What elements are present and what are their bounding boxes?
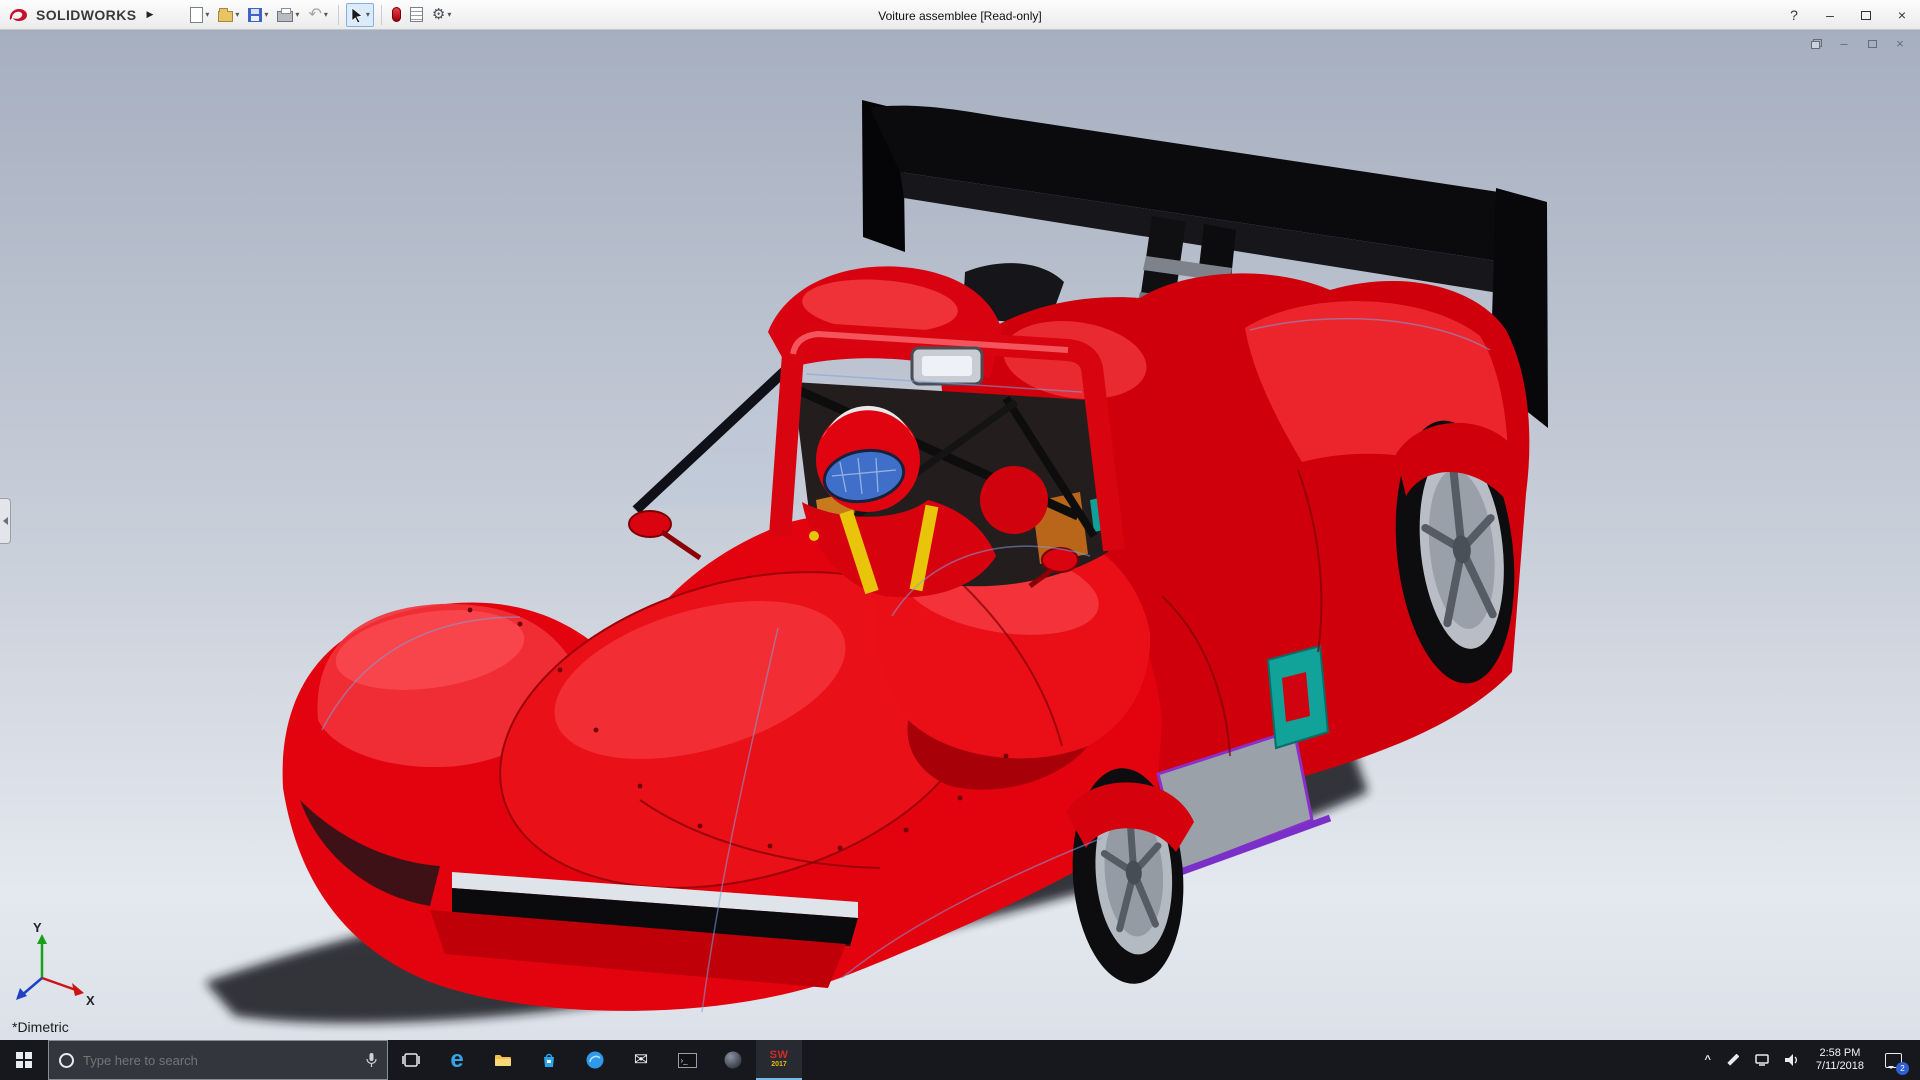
solidworks-logo: SOLIDWORKS <box>0 6 136 24</box>
quick-access-toolbar: ▾ ▾ ▾ ▾ ↶ ▾ ▾ <box>187 3 454 27</box>
undo-arrow-icon: ↶ <box>308 7 321 23</box>
new-document-caret[interactable]: ▾ <box>205 10 209 19</box>
maximize-icon <box>1861 11 1871 20</box>
view-orientation-label: *Dimetric <box>12 1019 69 1035</box>
network-icon <box>1755 1054 1769 1066</box>
pen-tray-button[interactable] <box>1719 1040 1747 1080</box>
clock-date: 7/11/2018 <box>1816 1060 1864 1073</box>
doc-minimize-button[interactable]: – <box>1838 36 1850 51</box>
taskbar-clock[interactable]: 2:58 PM 7/11/2018 <box>1807 1047 1873 1073</box>
close-button[interactable]: × <box>1884 0 1920 30</box>
file-explorer-icon <box>494 1053 512 1067</box>
action-center-button[interactable]: 2 <box>1873 1040 1914 1080</box>
command-prompt-icon: ›_ <box>678 1053 697 1068</box>
edge-button[interactable]: e <box>434 1040 480 1080</box>
maximize-button[interactable] <box>1848 0 1884 30</box>
maximize-icon <box>1868 40 1877 48</box>
app-name: SOLIDWORKS <box>36 7 136 23</box>
document-window-controls: – × <box>1810 36 1906 51</box>
save-floppy-icon <box>248 8 262 22</box>
mail-icon: ✉ <box>634 1050 648 1070</box>
options-caret[interactable]: ▾ <box>447 10 451 19</box>
minimize-button[interactable]: – <box>1812 0 1848 30</box>
cortana-icon <box>59 1053 74 1068</box>
system-tray: ^ 2:58 PM 7/11/2018 <box>1696 1040 1920 1080</box>
axis-x-label: X <box>86 993 95 1008</box>
store-icon <box>541 1052 557 1068</box>
gear-icon: ⚙ <box>432 7 445 22</box>
select-caret[interactable]: ▾ <box>366 10 370 19</box>
restore-icon <box>1811 39 1822 49</box>
pen-icon <box>1727 1054 1739 1066</box>
printer-icon <box>277 11 293 22</box>
network-tray-button[interactable] <box>1747 1040 1777 1080</box>
options-button[interactable]: ⚙ ▾ <box>429 3 454 27</box>
blue-circle-app-icon <box>586 1051 604 1069</box>
windows-taskbar: e ✉ ›_ <box>0 1040 1920 1080</box>
3d-scene[interactable]: Y X *Dimetric <box>0 30 1920 1040</box>
sheet-button[interactable] <box>407 3 426 27</box>
notification-badge: 2 <box>1896 1062 1909 1075</box>
toolbar-separator <box>338 5 339 25</box>
toolbar-separator <box>381 5 382 25</box>
print-button[interactable]: ▾ <box>274 3 302 27</box>
undo-caret[interactable]: ▾ <box>324 10 328 19</box>
task-view-icon <box>402 1053 420 1067</box>
titlebar: SOLIDWORKS ▶ ▾ ▾ ▾ ▾ ↶ ▾ <box>0 0 1920 30</box>
help-button[interactable]: ? <box>1776 0 1812 30</box>
store-button[interactable] <box>526 1040 572 1080</box>
solidworks-app-icon: SW 2017 <box>770 1051 789 1069</box>
print-caret[interactable]: ▾ <box>295 10 299 19</box>
volume-icon <box>1785 1054 1799 1066</box>
open-button[interactable]: ▾ <box>215 3 242 27</box>
microphone-icon[interactable] <box>366 1053 377 1068</box>
search-input[interactable] <box>83 1053 357 1068</box>
app-button-sphere[interactable] <box>710 1040 756 1080</box>
sheet-icon <box>410 7 423 22</box>
select-cursor-icon <box>350 7 364 23</box>
collapse-arrow-icon <box>3 517 8 525</box>
solidworks-window: SOLIDWORKS ▶ ▾ ▾ ▾ ▾ ↶ ▾ <box>0 0 1920 1080</box>
new-document-button[interactable]: ▾ <box>187 3 212 27</box>
doc-close-button[interactable]: × <box>1894 36 1906 51</box>
app-button-blue-circle[interactable] <box>572 1040 618 1080</box>
windows-logo-icon <box>16 1052 32 1068</box>
start-button[interactable] <box>0 1040 48 1080</box>
menu-flyout-arrow-icon[interactable]: ▶ <box>146 9 153 20</box>
doc-maximize-button[interactable] <box>1866 40 1878 48</box>
new-document-icon <box>190 7 203 23</box>
save-caret[interactable]: ▾ <box>264 10 268 19</box>
undo-button[interactable]: ↶ ▾ <box>305 3 330 27</box>
axis-y-label: Y <box>33 920 42 935</box>
sphere-app-icon <box>724 1051 742 1069</box>
doc-restore-button[interactable] <box>1810 39 1822 49</box>
solidworks-taskbar-button[interactable]: SW 2017 <box>756 1040 802 1080</box>
mail-button[interactable]: ✉ <box>618 1040 664 1080</box>
appearance-icon <box>392 7 401 22</box>
open-folder-icon <box>218 11 233 22</box>
taskbar-search[interactable] <box>48 1040 388 1080</box>
edge-icon: e <box>450 1048 463 1072</box>
panel-collapse-tab[interactable] <box>0 498 11 544</box>
file-explorer-button[interactable] <box>480 1040 526 1080</box>
ds-logo-icon <box>8 6 32 24</box>
window-controls: ? – × <box>1776 0 1920 30</box>
select-tool-button[interactable]: ▾ <box>346 3 374 27</box>
open-caret[interactable]: ▾ <box>235 10 239 19</box>
tray-expand-button[interactable]: ^ <box>1696 1040 1718 1080</box>
save-button[interactable]: ▾ <box>245 3 271 27</box>
clock-time: 2:58 PM <box>1816 1047 1864 1060</box>
graphics-area[interactable]: Y X *Dimetric – × <box>0 30 1920 1040</box>
task-view-button[interactable] <box>388 1040 434 1080</box>
document-title: Voiture assemblee [Read-only] <box>878 9 1041 23</box>
appearance-button[interactable] <box>389 3 404 27</box>
volume-tray-button[interactable] <box>1777 1040 1807 1080</box>
command-prompt-button[interactable]: ›_ <box>664 1040 710 1080</box>
